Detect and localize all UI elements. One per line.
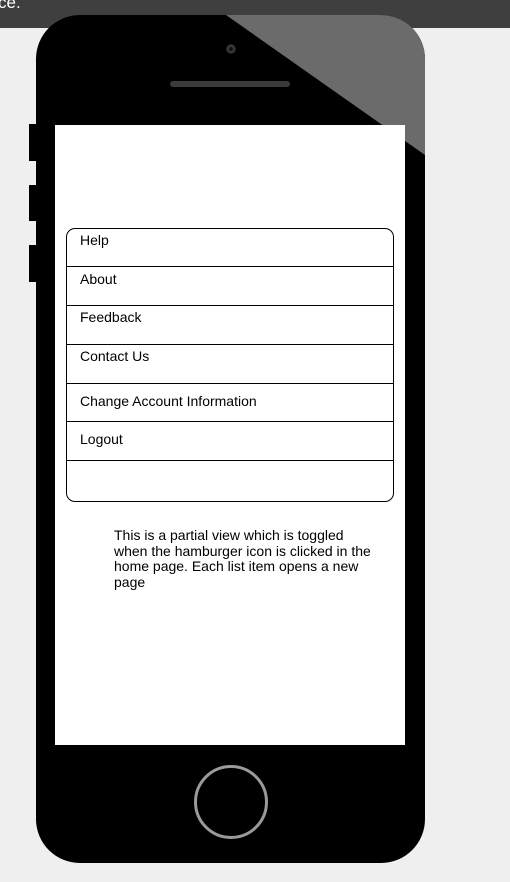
camera-icon [226, 44, 236, 54]
menu-item-about[interactable]: About [67, 267, 393, 306]
menu-item-label: About [80, 271, 117, 287]
menu-item-label: Logout [80, 431, 123, 447]
navigation-menu: Help About Feedback Contact Us Change Ac… [66, 228, 394, 502]
annotation-note: This is a partial view which is toggled … [114, 527, 371, 590]
top-bar-text: ce. [0, 0, 21, 12]
menu-item-logout[interactable]: Logout [67, 422, 393, 461]
menu-item-help[interactable]: Help [67, 229, 393, 267]
menu-item-label: Help [80, 232, 109, 248]
menu-item-change-account-information[interactable]: Change Account Information [67, 384, 393, 422]
menu-item-label: Change Account Information [80, 393, 257, 409]
speaker-grille [170, 81, 290, 87]
menu-item-label: Contact Us [80, 348, 150, 364]
menu-item-contact-us[interactable]: Contact Us [67, 345, 393, 384]
home-button[interactable] [194, 765, 268, 839]
menu-item-label: Feedback [80, 309, 142, 325]
menu-item-feedback[interactable]: Feedback [67, 306, 393, 345]
